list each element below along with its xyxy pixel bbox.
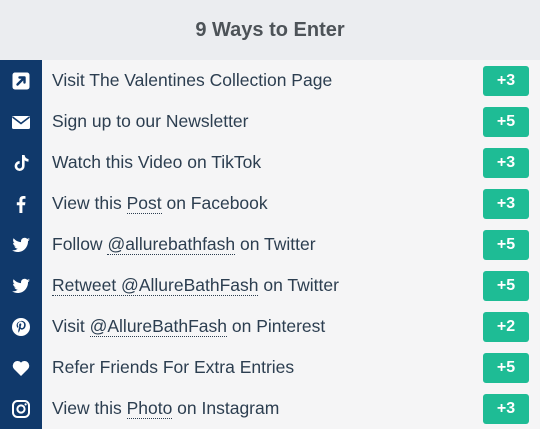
points-badge: +3 <box>483 65 529 96</box>
entry-row[interactable]: Watch this Video on TikTok +3 <box>0 142 540 183</box>
points-badge: +3 <box>483 188 529 219</box>
entry-label-text: View this <box>52 193 127 213</box>
entry-label: Refer Friends For Extra Entries <box>42 357 483 378</box>
heart-icon <box>0 347 42 388</box>
entry-label-text: Sign up to our Newsletter <box>52 111 249 131</box>
envelope-icon <box>0 101 42 142</box>
pinterest-icon <box>0 306 42 347</box>
entry-methods-list: Visit The Valentines Collection Page +3 Si… <box>0 60 540 429</box>
entry-row[interactable]: View this Post on Facebook +3 <box>0 183 540 224</box>
instagram-icon <box>0 388 42 429</box>
entry-label: Follow @allurebathfash on Twitter <box>42 234 483 255</box>
entry-row[interactable]: Follow @allurebathfash on Twitter +5 <box>0 224 540 265</box>
entry-row[interactable]: Refer Friends For Extra Entries +5 <box>0 347 540 388</box>
points-badge: +5 <box>483 229 529 260</box>
entry-row[interactable]: Visit @AllureBathFash on Pinterest +2 <box>0 306 540 347</box>
entry-label: Visit @AllureBathFash on Pinterest <box>42 316 483 337</box>
points-badge: +2 <box>483 311 529 342</box>
external-link-icon <box>0 60 42 101</box>
entry-label-text: on Twitter <box>258 275 339 295</box>
entry-label-text: Watch this Video on TikTok <box>52 152 262 172</box>
entry-label-text: on Instagram <box>172 398 280 418</box>
entry-methods-header: 9 Ways to Enter <box>0 0 540 60</box>
page-title: 9 Ways to Enter <box>195 18 345 41</box>
entry-label-text: View this <box>52 398 127 418</box>
entry-label-text: Follow <box>52 234 108 254</box>
twitter-icon <box>0 224 42 265</box>
entry-row[interactable]: View this Photo on Instagram +3 <box>0 388 540 429</box>
entry-link[interactable]: @allurebathfash <box>107 234 236 255</box>
entry-label-text: Visit <box>52 316 90 336</box>
points-badge: +5 <box>483 106 529 137</box>
entry-label-text: on Pinterest <box>227 316 326 336</box>
entry-label: Watch this Video on TikTok <box>42 152 483 173</box>
entry-label: Sign up to our Newsletter <box>42 111 483 132</box>
entry-label: Visit The Valentines Collection Page <box>42 70 483 91</box>
entry-link[interactable]: Photo <box>126 398 173 419</box>
points-badge: +5 <box>483 270 529 301</box>
twitter-icon <box>0 265 42 306</box>
entry-link[interactable]: Post <box>126 193 162 214</box>
facebook-icon <box>0 183 42 224</box>
entry-row[interactable]: Visit The Valentines Collection Page +3 <box>0 60 540 101</box>
points-badge: +3 <box>483 393 529 424</box>
entry-label: Retweet @AllureBathFash on Twitter <box>42 275 483 296</box>
entry-link[interactable]: Retweet @AllureBathFash <box>52 275 259 296</box>
entry-label: View this Post on Facebook <box>42 193 483 214</box>
entry-label-text: on Twitter <box>235 234 316 254</box>
entry-label-text: on Facebook <box>161 193 268 213</box>
points-badge: +5 <box>483 352 529 383</box>
entry-label-text: Visit The Valentines Collection Page <box>52 70 333 90</box>
entry-row[interactable]: Retweet @AllureBathFash on Twitter +5 <box>0 265 540 306</box>
entry-label-text: Refer Friends For Extra Entries <box>52 357 295 377</box>
points-badge: +3 <box>483 147 529 178</box>
entry-label: View this Photo on Instagram <box>42 398 483 419</box>
entry-link[interactable]: @AllureBathFash <box>89 316 228 337</box>
entry-row[interactable]: Sign up to our Newsletter +5 <box>0 101 540 142</box>
tiktok-icon <box>0 142 42 183</box>
